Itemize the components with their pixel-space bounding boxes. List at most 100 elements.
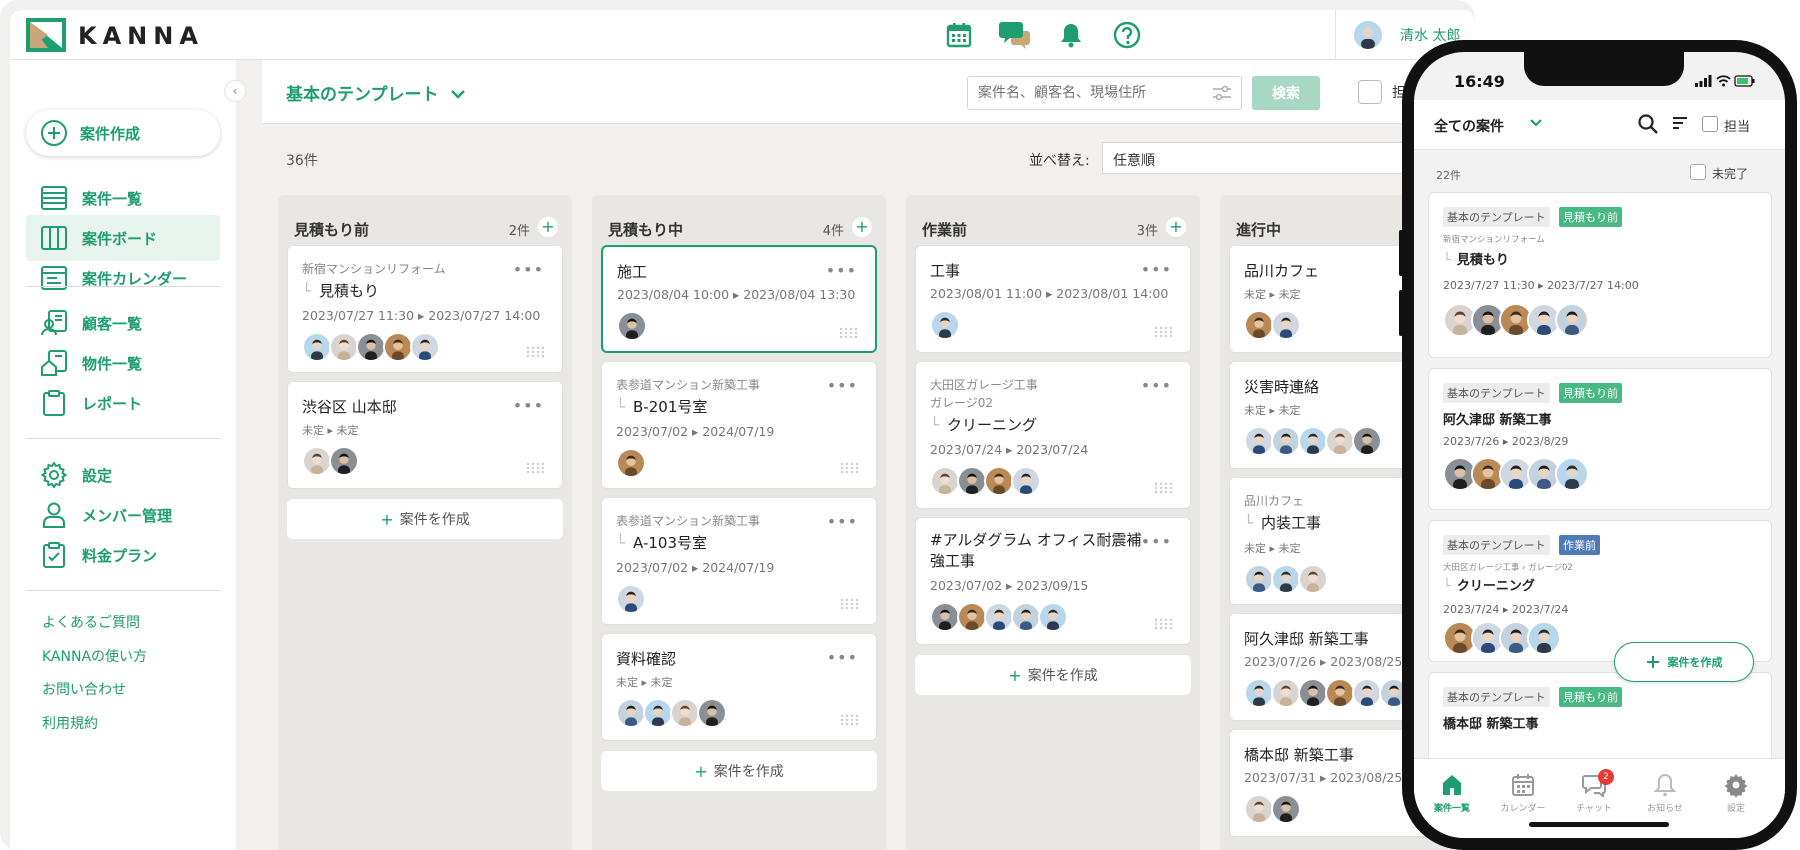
- project-card[interactable]: 渋谷区 山本邸 未定 ▸ 未定 •••: [287, 381, 563, 489]
- drag-handle-icon[interactable]: [839, 327, 857, 339]
- project-card[interactable]: 新宿マンションリフォーム └ 見積もり 2023/07/27 11:30 ▸ 20…: [287, 245, 563, 373]
- avatar-group: [930, 466, 1041, 496]
- avatar-group: [616, 584, 646, 614]
- drag-handle-icon[interactable]: [840, 462, 858, 474]
- card-parent-2: ガレージ02: [930, 396, 994, 410]
- tab-notifications[interactable]: お知らせ: [1635, 773, 1695, 814]
- sort-label: 並べ替え:: [1029, 153, 1090, 169]
- drag-handle-icon[interactable]: [526, 346, 544, 358]
- calendar-icon[interactable]: [942, 18, 976, 52]
- more-icon[interactable]: •••: [827, 376, 858, 395]
- user-avatar[interactable]: [1354, 21, 1382, 49]
- collapse-sidebar-button[interactable]: ‹: [224, 80, 246, 102]
- sidebar-divider: [26, 590, 220, 591]
- add-project-button[interactable]: + 案件を作成: [601, 751, 877, 791]
- template-selector[interactable]: 基本のテンプレート: [286, 80, 466, 105]
- member-avatar: [643, 698, 673, 728]
- drag-handle-icon[interactable]: [1154, 618, 1172, 630]
- sidebar-item-label: 案件ボード: [82, 229, 158, 248]
- sidebar-item-plans[interactable]: 料金プラン: [26, 532, 220, 578]
- sort-select[interactable]: 任意順: [1102, 142, 1412, 174]
- search-input[interactable]: [967, 76, 1242, 110]
- assignee-checkbox[interactable]: [1358, 80, 1382, 104]
- phone-create-button[interactable]: 案件を作成: [1614, 642, 1754, 682]
- sidebar-item-reports[interactable]: レポート: [26, 380, 220, 426]
- card-title: 橋本邸 新築工事: [1244, 746, 1354, 764]
- chat-icon[interactable]: [998, 18, 1032, 52]
- more-icon[interactable]: •••: [513, 396, 544, 415]
- drag-handle-icon[interactable]: [1154, 326, 1172, 338]
- avatar-group: [302, 446, 359, 476]
- tab-calendar[interactable]: カレンダー: [1493, 773, 1553, 814]
- more-icon[interactable]: •••: [827, 648, 858, 667]
- project-card[interactable]: 表参道マンション新築工事 └ A-103号室 2023/07/02 ▸ 2024/…: [601, 497, 877, 625]
- phone-project-card[interactable]: 基本のテンプレート 見積もり前 橋本邸 新築工事: [1428, 672, 1772, 772]
- drag-handle-icon[interactable]: [1154, 482, 1172, 494]
- tab-settings[interactable]: 設定: [1706, 773, 1766, 814]
- project-card[interactable]: 大田区ガレージ工事 ガレージ02 └ クリーニング 2023/07/24 ▸ 20…: [915, 361, 1191, 509]
- more-icon[interactable]: •••: [1141, 376, 1172, 395]
- project-card-selected[interactable]: 施工 2023/08/04 10:00 ▸ 2023/08/04 13:30 •…: [601, 245, 877, 353]
- avatar-group: [302, 332, 440, 362]
- add-project-button[interactable]: + 案件を作成: [915, 655, 1191, 695]
- tab-projects[interactable]: 案件一覧: [1422, 773, 1482, 814]
- project-card[interactable]: #アルダグラム オフィス耐震補 強工事 2023/07/02 ▸ 2023/09/…: [915, 517, 1191, 645]
- how-to-link[interactable]: KANNAの使い方: [42, 646, 147, 666]
- member-avatar: [356, 332, 386, 362]
- phone-time: 16:49: [1454, 72, 1505, 91]
- drag-handle-icon[interactable]: [840, 598, 858, 610]
- phone-project-card[interactable]: 基本のテンプレート 見積もり前 阿久津邸 新築工事 2023/7/26 ▸ 20…: [1428, 368, 1772, 510]
- member-avatar: [329, 332, 359, 362]
- search-icon[interactable]: [1636, 112, 1660, 136]
- column-add-button[interactable]: +: [852, 217, 872, 237]
- column-add-button[interactable]: +: [538, 217, 558, 237]
- sidebar-item-label: メンバー管理: [82, 506, 173, 525]
- assignee-checkbox[interactable]: [1702, 116, 1718, 132]
- more-icon[interactable]: •••: [826, 261, 857, 280]
- sidebar-divider: [26, 286, 220, 287]
- more-icon[interactable]: •••: [827, 512, 858, 531]
- add-project-button[interactable]: + 案件を作成: [287, 499, 563, 539]
- project-card[interactable]: 表参道マンション新築工事 └ B-201号室 2023/07/02 ▸ 2024/…: [601, 361, 877, 489]
- sort-icon[interactable]: [1670, 114, 1690, 134]
- bell-icon[interactable]: [1054, 18, 1088, 52]
- avatar-group: [616, 698, 727, 728]
- phone-project-card[interactable]: 基本のテンプレート 作業前 大田区ガレージ工事 › ガレージ02 └ クリーニング…: [1428, 520, 1772, 662]
- sidebar-item-project-calendar[interactable]: 案件カレンダー: [26, 255, 220, 301]
- member-avatar: [930, 602, 960, 632]
- help-icon[interactable]: [1110, 18, 1144, 52]
- search-button[interactable]: 検索: [1252, 76, 1320, 110]
- member-avatar: [616, 698, 646, 728]
- card-parent: 大田区ガレージ工事: [930, 378, 1038, 392]
- column-title: 作業前: [922, 221, 968, 239]
- terms-link[interactable]: 利用規約: [42, 713, 98, 733]
- faq-link[interactable]: よくあるご質問: [42, 612, 140, 632]
- chevron-down-icon[interactable]: [1529, 116, 1543, 130]
- more-icon[interactable]: •••: [1141, 532, 1172, 551]
- drag-handle-icon[interactable]: [840, 714, 858, 726]
- tab-chat[interactable]: チャット 2: [1564, 769, 1624, 814]
- more-icon[interactable]: •••: [1141, 260, 1172, 279]
- filter-icon[interactable]: [1212, 85, 1232, 101]
- sidebar-divider: [26, 438, 220, 439]
- avatar-group: [1244, 564, 1328, 594]
- sidebar-item-label: 物件一覧: [82, 354, 143, 373]
- phone-filter-title[interactable]: 全ての案件: [1434, 116, 1504, 136]
- more-icon[interactable]: •••: [513, 260, 544, 279]
- gear-icon: [1724, 774, 1748, 797]
- contact-link[interactable]: お問い合わせ: [42, 679, 126, 699]
- card-dates: 未定 ▸ 未定: [1244, 404, 1301, 417]
- incomplete-checkbox[interactable]: [1690, 164, 1706, 180]
- create-project-button[interactable]: 案件作成: [26, 110, 220, 156]
- avatar-group: [1244, 426, 1382, 456]
- project-card[interactable]: 工事 2023/08/01 11:00 ▸ 2023/08/01 14:00 •…: [915, 245, 1191, 353]
- phone-project-card[interactable]: 基本のテンプレート 見積もり前 新宿マンションリフォーム └ 見積もり 2023/…: [1428, 192, 1772, 358]
- template-tag: 基本のテンプレート: [1443, 383, 1550, 403]
- board-column: 見積もり中 4件 + 施工 2023/08/04 10:00 ▸ 2023/08…: [592, 195, 886, 850]
- column-add-button[interactable]: +: [1166, 217, 1186, 237]
- drag-handle-icon[interactable]: [526, 462, 544, 474]
- assignee-label: 担当: [1724, 120, 1751, 135]
- member-avatar: [1244, 310, 1274, 340]
- project-card[interactable]: 資料確認 未定 ▸ 未定 •••: [601, 633, 877, 741]
- column-count: 4件: [822, 224, 844, 239]
